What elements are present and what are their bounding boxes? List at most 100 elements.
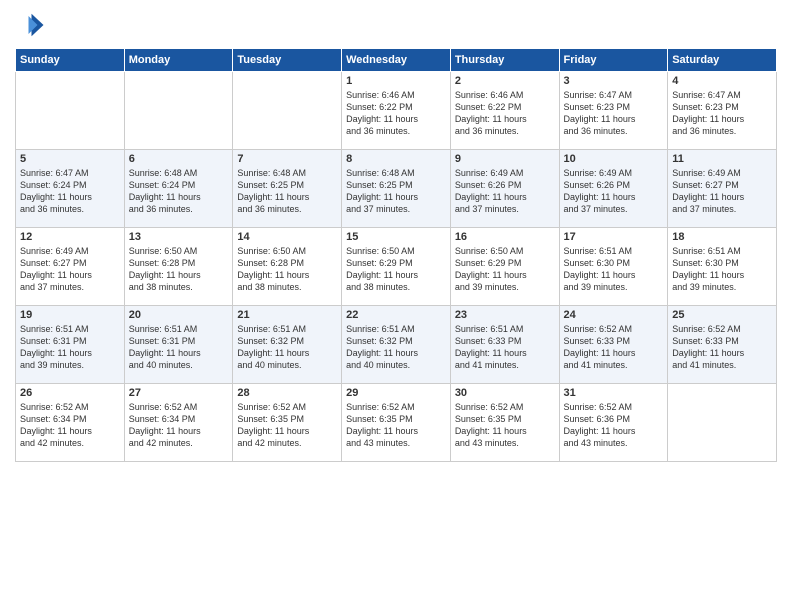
day-info: Sunrise: 6:50 AM Sunset: 6:29 PM Dayligh… — [455, 245, 555, 294]
calendar-cell: 9 Sunrise: 6:49 AM Sunset: 6:26 PM Daylig… — [450, 150, 559, 228]
day-info: Sunrise: 6:52 AM Sunset: 6:33 PM Dayligh… — [672, 323, 772, 372]
calendar-header-row: SundayMondayTuesdayWednesdayThursdayFrid… — [16, 49, 777, 72]
calendar-week-3: 12Sunrise: 6:49 AM Sunset: 6:27 PM Dayli… — [16, 228, 777, 306]
day-number: 28 — [237, 387, 337, 399]
calendar-header-friday: Friday — [559, 49, 668, 72]
day-number: 14 — [237, 231, 337, 243]
day-info: Sunrise: 6:47 AM Sunset: 6:23 PM Dayligh… — [672, 89, 772, 138]
day-info: Sunrise: 6:52 AM Sunset: 6:33 PM Dayligh… — [564, 323, 664, 372]
calendar-cell: 17 Sunrise: 6:51 AM Sunset: 6:30 PM Dayli… — [559, 228, 668, 306]
day-info: Sunrise: 6:50 AM Sunset: 6:28 PM Dayligh… — [237, 245, 337, 294]
calendar-week-2: 5 Sunrise: 6:47 AM Sunset: 6:24 PM Daylig… — [16, 150, 777, 228]
day-info: Sunrise: 6:49 AM Sunset: 6:26 PM Dayligh… — [564, 167, 664, 216]
calendar-cell: 21 Sunrise: 6:51 AM Sunset: 6:32 PM Dayli… — [233, 306, 342, 384]
calendar-cell: 31 Sunrise: 6:52 AM Sunset: 6:36 PM Dayli… — [559, 384, 668, 462]
day-number: 31 — [564, 387, 664, 399]
day-info: Sunrise: 6:52 AM Sunset: 6:35 PM Dayligh… — [455, 401, 555, 450]
day-info: Sunrise: 6:51 AM Sunset: 6:32 PM Dayligh… — [237, 323, 337, 372]
page: SundayMondayTuesdayWednesdayThursdayFrid… — [0, 0, 792, 612]
calendar-cell — [233, 72, 342, 150]
calendar-cell: 16Sunrise: 6:50 AM Sunset: 6:29 PM Dayli… — [450, 228, 559, 306]
calendar-cell: 2Sunrise: 6:46 AM Sunset: 6:22 PM Daylig… — [450, 72, 559, 150]
day-info: Sunrise: 6:52 AM Sunset: 6:34 PM Dayligh… — [20, 401, 120, 450]
calendar-cell: 27 Sunrise: 6:52 AM Sunset: 6:34 PM Dayli… — [124, 384, 233, 462]
calendar-cell: 24 Sunrise: 6:52 AM Sunset: 6:33 PM Dayli… — [559, 306, 668, 384]
day-info: Sunrise: 6:51 AM Sunset: 6:30 PM Dayligh… — [564, 245, 664, 294]
calendar-cell: 23 Sunrise: 6:51 AM Sunset: 6:33 PM Dayli… — [450, 306, 559, 384]
day-number: 24 — [564, 309, 664, 321]
day-info: Sunrise: 6:51 AM Sunset: 6:31 PM Dayligh… — [20, 323, 120, 372]
calendar-cell: 7 Sunrise: 6:48 AM Sunset: 6:25 PM Daylig… — [233, 150, 342, 228]
day-info: Sunrise: 6:48 AM Sunset: 6:25 PM Dayligh… — [346, 167, 446, 216]
day-number: 22 — [346, 309, 446, 321]
calendar-header-monday: Monday — [124, 49, 233, 72]
day-number: 23 — [455, 309, 555, 321]
day-number: 27 — [129, 387, 229, 399]
day-number: 6 — [129, 153, 229, 165]
day-info: Sunrise: 6:51 AM Sunset: 6:33 PM Dayligh… — [455, 323, 555, 372]
calendar-header-sunday: Sunday — [16, 49, 125, 72]
day-info: Sunrise: 6:50 AM Sunset: 6:28 PM Dayligh… — [129, 245, 229, 294]
day-number: 10 — [564, 153, 664, 165]
day-info: Sunrise: 6:49 AM Sunset: 6:27 PM Dayligh… — [20, 245, 120, 294]
day-number: 5 — [20, 153, 120, 165]
day-info: Sunrise: 6:48 AM Sunset: 6:25 PM Dayligh… — [237, 167, 337, 216]
calendar-cell — [668, 384, 777, 462]
calendar-cell: 26 Sunrise: 6:52 AM Sunset: 6:34 PM Dayli… — [16, 384, 125, 462]
day-number: 13 — [129, 231, 229, 243]
calendar-cell — [124, 72, 233, 150]
day-number: 11 — [672, 153, 772, 165]
day-info: Sunrise: 6:50 AM Sunset: 6:29 PM Dayligh… — [346, 245, 446, 294]
day-number: 26 — [20, 387, 120, 399]
calendar-cell: 28Sunrise: 6:52 AM Sunset: 6:35 PM Dayli… — [233, 384, 342, 462]
calendar-header-tuesday: Tuesday — [233, 49, 342, 72]
day-number: 17 — [564, 231, 664, 243]
calendar-cell: 29Sunrise: 6:52 AM Sunset: 6:35 PM Dayli… — [342, 384, 451, 462]
calendar-cell: 11 Sunrise: 6:49 AM Sunset: 6:27 PM Dayli… — [668, 150, 777, 228]
day-number: 3 — [564, 75, 664, 87]
calendar-cell: 5 Sunrise: 6:47 AM Sunset: 6:24 PM Daylig… — [16, 150, 125, 228]
day-info: Sunrise: 6:51 AM Sunset: 6:32 PM Dayligh… — [346, 323, 446, 372]
calendar-week-1: 1Sunrise: 6:46 AM Sunset: 6:22 PM Daylig… — [16, 72, 777, 150]
day-number: 19 — [20, 309, 120, 321]
day-number: 7 — [237, 153, 337, 165]
header — [15, 10, 777, 40]
calendar-cell: 3 Sunrise: 6:47 AM Sunset: 6:23 PM Daylig… — [559, 72, 668, 150]
calendar-cell: 14 Sunrise: 6:50 AM Sunset: 6:28 PM Dayli… — [233, 228, 342, 306]
calendar-cell: 18Sunrise: 6:51 AM Sunset: 6:30 PM Dayli… — [668, 228, 777, 306]
day-number: 30 — [455, 387, 555, 399]
calendar-cell: 13 Sunrise: 6:50 AM Sunset: 6:28 PM Dayli… — [124, 228, 233, 306]
calendar-cell: 20Sunrise: 6:51 AM Sunset: 6:31 PM Dayli… — [124, 306, 233, 384]
calendar: SundayMondayTuesdayWednesdayThursdayFrid… — [15, 48, 777, 462]
day-number: 18 — [672, 231, 772, 243]
calendar-cell: 10 Sunrise: 6:49 AM Sunset: 6:26 PM Dayli… — [559, 150, 668, 228]
day-number: 1 — [346, 75, 446, 87]
day-number: 20 — [129, 309, 229, 321]
day-number: 8 — [346, 153, 446, 165]
calendar-cell: 30 Sunrise: 6:52 AM Sunset: 6:35 PM Dayli… — [450, 384, 559, 462]
calendar-cell: 4Sunrise: 6:47 AM Sunset: 6:23 PM Daylig… — [668, 72, 777, 150]
calendar-cell: 1Sunrise: 6:46 AM Sunset: 6:22 PM Daylig… — [342, 72, 451, 150]
calendar-cell: 6Sunrise: 6:48 AM Sunset: 6:24 PM Daylig… — [124, 150, 233, 228]
day-info: Sunrise: 6:47 AM Sunset: 6:24 PM Dayligh… — [20, 167, 120, 216]
day-info: Sunrise: 6:47 AM Sunset: 6:23 PM Dayligh… — [564, 89, 664, 138]
day-number: 25 — [672, 309, 772, 321]
day-number: 15 — [346, 231, 446, 243]
calendar-header-thursday: Thursday — [450, 49, 559, 72]
day-info: Sunrise: 6:52 AM Sunset: 6:36 PM Dayligh… — [564, 401, 664, 450]
day-info: Sunrise: 6:49 AM Sunset: 6:27 PM Dayligh… — [672, 167, 772, 216]
day-number: 21 — [237, 309, 337, 321]
logo-icon — [15, 10, 45, 40]
calendar-cell: 19 Sunrise: 6:51 AM Sunset: 6:31 PM Dayli… — [16, 306, 125, 384]
day-number: 2 — [455, 75, 555, 87]
day-number: 9 — [455, 153, 555, 165]
calendar-cell: 15 Sunrise: 6:50 AM Sunset: 6:29 PM Dayli… — [342, 228, 451, 306]
calendar-header-wednesday: Wednesday — [342, 49, 451, 72]
calendar-cell — [16, 72, 125, 150]
calendar-cell: 12Sunrise: 6:49 AM Sunset: 6:27 PM Dayli… — [16, 228, 125, 306]
calendar-header-saturday: Saturday — [668, 49, 777, 72]
calendar-week-4: 19 Sunrise: 6:51 AM Sunset: 6:31 PM Dayli… — [16, 306, 777, 384]
day-info: Sunrise: 6:49 AM Sunset: 6:26 PM Dayligh… — [455, 167, 555, 216]
day-info: Sunrise: 6:52 AM Sunset: 6:34 PM Dayligh… — [129, 401, 229, 450]
calendar-cell: 22 Sunrise: 6:51 AM Sunset: 6:32 PM Dayli… — [342, 306, 451, 384]
